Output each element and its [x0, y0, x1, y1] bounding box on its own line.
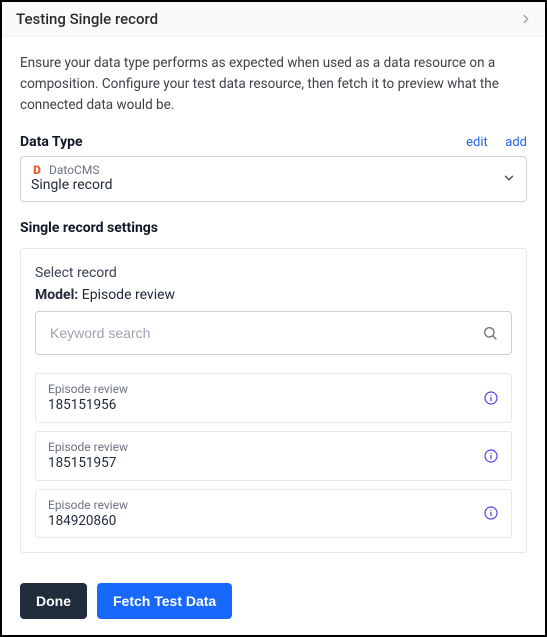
datocms-icon: D [31, 164, 43, 176]
dialog-header: Testing Single record [2, 2, 545, 37]
edit-link[interactable]: edit [466, 135, 488, 150]
settings-panel: Select record Model: Episode review Epis… [20, 248, 527, 554]
search-icon [482, 325, 498, 341]
provider-row: D DatoCMS [31, 163, 112, 177]
add-link[interactable]: add [505, 135, 527, 150]
chevron-right-icon[interactable] [519, 12, 533, 26]
info-icon[interactable] [483, 390, 499, 406]
provider-name: DatoCMS [49, 163, 99, 177]
data-type-select-inner: D DatoCMS Single record [31, 163, 112, 193]
done-button[interactable]: Done [20, 583, 87, 619]
dialog: Testing Single record Ensure your data t… [0, 0, 547, 637]
dialog-title: Testing Single record [16, 10, 158, 28]
model-value: Episode review [82, 287, 175, 303]
record-item[interactable]: Episode review185151957 [35, 431, 512, 481]
model-line: Model: Episode review [35, 287, 512, 303]
select-record-label: Select record [35, 265, 512, 281]
record-item[interactable]: Episode review185151956 [35, 373, 512, 423]
data-type-actions: edit add [452, 134, 527, 150]
record-type: Episode review [48, 382, 128, 397]
info-icon[interactable] [483, 448, 499, 464]
intro-text: Ensure your data type performs as expect… [20, 53, 527, 116]
data-type-label: Data Type [20, 134, 83, 150]
record-id: 185151956 [48, 397, 128, 414]
record-id: 184920860 [48, 513, 128, 530]
record-text: Episode review185151956 [48, 382, 128, 414]
record-item[interactable]: Episode review184920860 [35, 489, 512, 539]
model-label: Model: [35, 287, 78, 303]
settings-heading: Single record settings [20, 220, 527, 236]
records-list: Episode review185151956Episode review185… [35, 373, 512, 539]
record-type: Episode review [48, 440, 128, 455]
search-field-wrap [35, 311, 512, 355]
dialog-footer: Done Fetch Test Data [2, 571, 545, 635]
fetch-test-data-button[interactable]: Fetch Test Data [97, 583, 232, 619]
search-input[interactable] [35, 311, 512, 355]
record-id: 185151957 [48, 455, 128, 472]
data-type-label-row: Data Type edit add [20, 134, 527, 150]
record-text: Episode review185151957 [48, 440, 128, 472]
chevron-down-icon [502, 171, 516, 185]
data-type-value: Single record [31, 177, 112, 193]
record-text: Episode review184920860 [48, 498, 128, 530]
content-scroll[interactable]: Ensure your data type performs as expect… [2, 37, 545, 571]
data-type-select[interactable]: D DatoCMS Single record [20, 156, 527, 202]
record-type: Episode review [48, 498, 128, 513]
info-icon[interactable] [483, 505, 499, 521]
